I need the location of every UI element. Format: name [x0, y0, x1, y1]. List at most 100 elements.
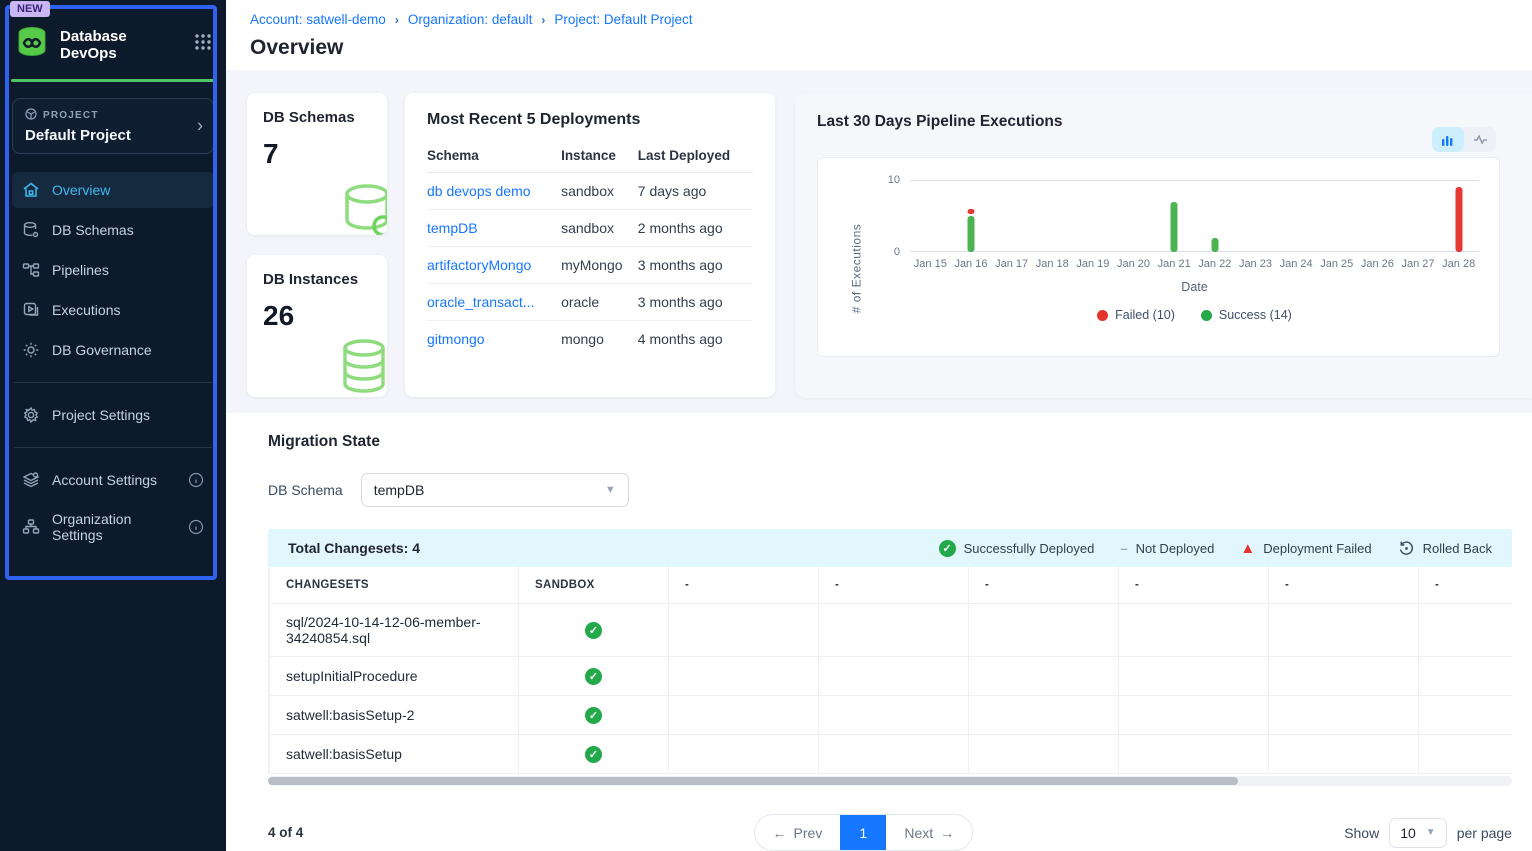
app-grid-icon[interactable] [194, 33, 212, 56]
page-number-button[interactable]: 1 [840, 815, 886, 850]
breadcrumb: Account: satwell-demo › Organization: de… [250, 12, 1508, 27]
changeset-name: satwell:basisSetup [270, 735, 519, 774]
failed-bar[interactable] [1455, 187, 1462, 252]
status-legend-item: ▲Deployment Failed [1240, 541, 1371, 556]
schema-link[interactable]: db devops demo [427, 183, 531, 199]
changesets-col-header: - [1269, 567, 1419, 604]
empty-cell [1269, 735, 1419, 774]
x-tick: Jan 19 [1076, 258, 1109, 270]
deploy-col-header: Schema [427, 139, 561, 173]
page-size-select[interactable]: 10 ▼ [1389, 818, 1446, 848]
failed-bar[interactable] [967, 209, 974, 214]
chevron-down-icon: ▼ [605, 484, 616, 496]
database-outline-icon [333, 178, 387, 235]
status-legend-item: Rolled Back [1398, 540, 1492, 557]
success-check-icon: ✓ [585, 746, 602, 763]
changesets-col-header: CHANGESETS [270, 567, 519, 604]
db-schema-select[interactable]: tempDB ▼ [361, 473, 629, 507]
chart-title: Last 30 Days Pipeline Executions [817, 113, 1532, 131]
table-row: artifactoryMongomyMongo3 months ago [427, 247, 753, 284]
settings-nav: Project Settings [12, 397, 214, 433]
topbar: Account: satwell-demo › Organization: de… [226, 0, 1532, 70]
brand-divider [11, 79, 215, 82]
bar-chart-toggle[interactable] [1432, 127, 1464, 152]
pipeline-icon [22, 261, 40, 279]
table-row: gitmongomongo4 months ago [427, 321, 753, 358]
empty-cell [819, 604, 969, 657]
scrollbar-thumb[interactable] [268, 777, 1238, 785]
schema-link[interactable]: tempDB [427, 220, 478, 236]
deployments-title: Most Recent 5 Deployments [427, 111, 753, 129]
pipeline-executions-panel: Last 30 Days Pipeline Executions # of Ex… [795, 93, 1532, 398]
breadcrumb-organization[interactable]: Organization: default [408, 12, 533, 27]
migration-state-section: Migration State DB Schema tempDB ▼ Total… [226, 413, 1532, 851]
breadcrumb-separator: › [541, 13, 545, 27]
info-icon[interactable] [188, 519, 204, 535]
success-check-icon: ✓ [585, 622, 602, 639]
empty-cell [1419, 696, 1513, 735]
sidebar-item-db-schemas[interactable]: DB Schemas [12, 212, 214, 248]
empty-cell [819, 735, 969, 774]
x-tick: Jan 15 [914, 258, 947, 270]
legend-item: Success (14) [1201, 308, 1292, 322]
sidebar-item-db-governance[interactable]: DB Governance [12, 332, 214, 368]
breadcrumb-account[interactable]: Account: satwell-demo [250, 12, 386, 27]
last-deployed-cell: 4 months ago [638, 321, 753, 358]
project-selector[interactable]: PROJECT Default Project › [12, 98, 214, 154]
y-tick: 0 [894, 246, 900, 258]
overview-cards-section: DB Schemas 7 DB Instances 26 [226, 70, 1532, 413]
schema-link[interactable]: artifactoryMongo [427, 257, 531, 273]
sidebar-item-organization-settings[interactable]: Organization Settings [12, 502, 214, 552]
success-bar[interactable] [967, 216, 974, 252]
sidebar-divider [14, 382, 212, 383]
breadcrumb-project[interactable]: Project: Default Project [554, 12, 692, 27]
line-chart-toggle[interactable] [1464, 127, 1496, 152]
database-logo-icon [14, 24, 50, 65]
empty-cell [669, 604, 819, 657]
schema-link[interactable]: oracle_transact... [427, 294, 534, 310]
instance-cell: oracle [561, 284, 638, 321]
sidebar-item-project-settings[interactable]: Project Settings [12, 397, 214, 433]
empty-cell [669, 657, 819, 696]
changeset-row: satwell:basisSetup ✓ [270, 735, 1513, 774]
y-axis-title: # of Executions [836, 180, 878, 356]
chart-plot-card: # of Executions 100 Jan 15Jan 16Jan 17Ja… [817, 157, 1500, 357]
success-bar[interactable] [1171, 202, 1178, 252]
gear-outline-icon [22, 341, 40, 359]
changesets-header-bar: Total Changesets: 4 ✓Successfully Deploy… [268, 529, 1512, 567]
migration-heading: Migration State [268, 433, 1512, 451]
changeset-name: satwell:basisSetup-2 [270, 696, 519, 735]
info-icon[interactable] [188, 472, 204, 488]
line-chart-icon [1473, 133, 1488, 146]
total-changesets: Total Changesets: 4 [288, 540, 939, 556]
arrow-right-icon: → [940, 825, 954, 841]
sidebar-item-overview[interactable]: Overview [12, 172, 214, 208]
empty-cell [819, 696, 969, 735]
sidebar-item-account-settings[interactable]: Account Settings [12, 462, 214, 498]
y-tick: 10 [888, 174, 900, 186]
schema-link[interactable]: gitmongo [427, 331, 485, 347]
empty-cell [669, 696, 819, 735]
x-tick: Jan 25 [1320, 258, 1353, 270]
success-bar[interactable] [1211, 238, 1218, 252]
changesets-table: CHANGESETSSANDBOX------ sql/2024-10-14-1… [269, 567, 1512, 774]
stat-value: 26 [263, 300, 371, 332]
next-page-button[interactable]: Next → [886, 815, 972, 850]
sandbox-status-cell: ✓ [519, 657, 669, 696]
table-footer: 4 of 4 ← Prev 1 Next → Show 10 [268, 814, 1512, 851]
horizontal-scrollbar[interactable] [268, 776, 1512, 786]
empty-cell [669, 735, 819, 774]
changeset-name: setupInitialProcedure [270, 657, 519, 696]
recent-deployments-card: Most Recent 5 Deployments SchemaInstance… [405, 93, 775, 397]
prev-page-button[interactable]: ← Prev [755, 815, 841, 850]
last-deployed-cell: 3 months ago [638, 247, 753, 284]
sidebar-item-executions[interactable]: Executions [12, 292, 214, 328]
empty-cell [1269, 657, 1419, 696]
changesets-col-header: SANDBOX [519, 567, 669, 604]
x-tick: Jan 24 [1280, 258, 1313, 270]
sidebar-item-pipelines[interactable]: Pipelines [12, 252, 214, 288]
project-label: PROJECT [43, 110, 99, 121]
org-chart-gear-icon [22, 518, 40, 536]
changeset-row: satwell:basisSetup-2✓ [270, 696, 1513, 735]
success-check-icon: ✓ [585, 668, 602, 685]
